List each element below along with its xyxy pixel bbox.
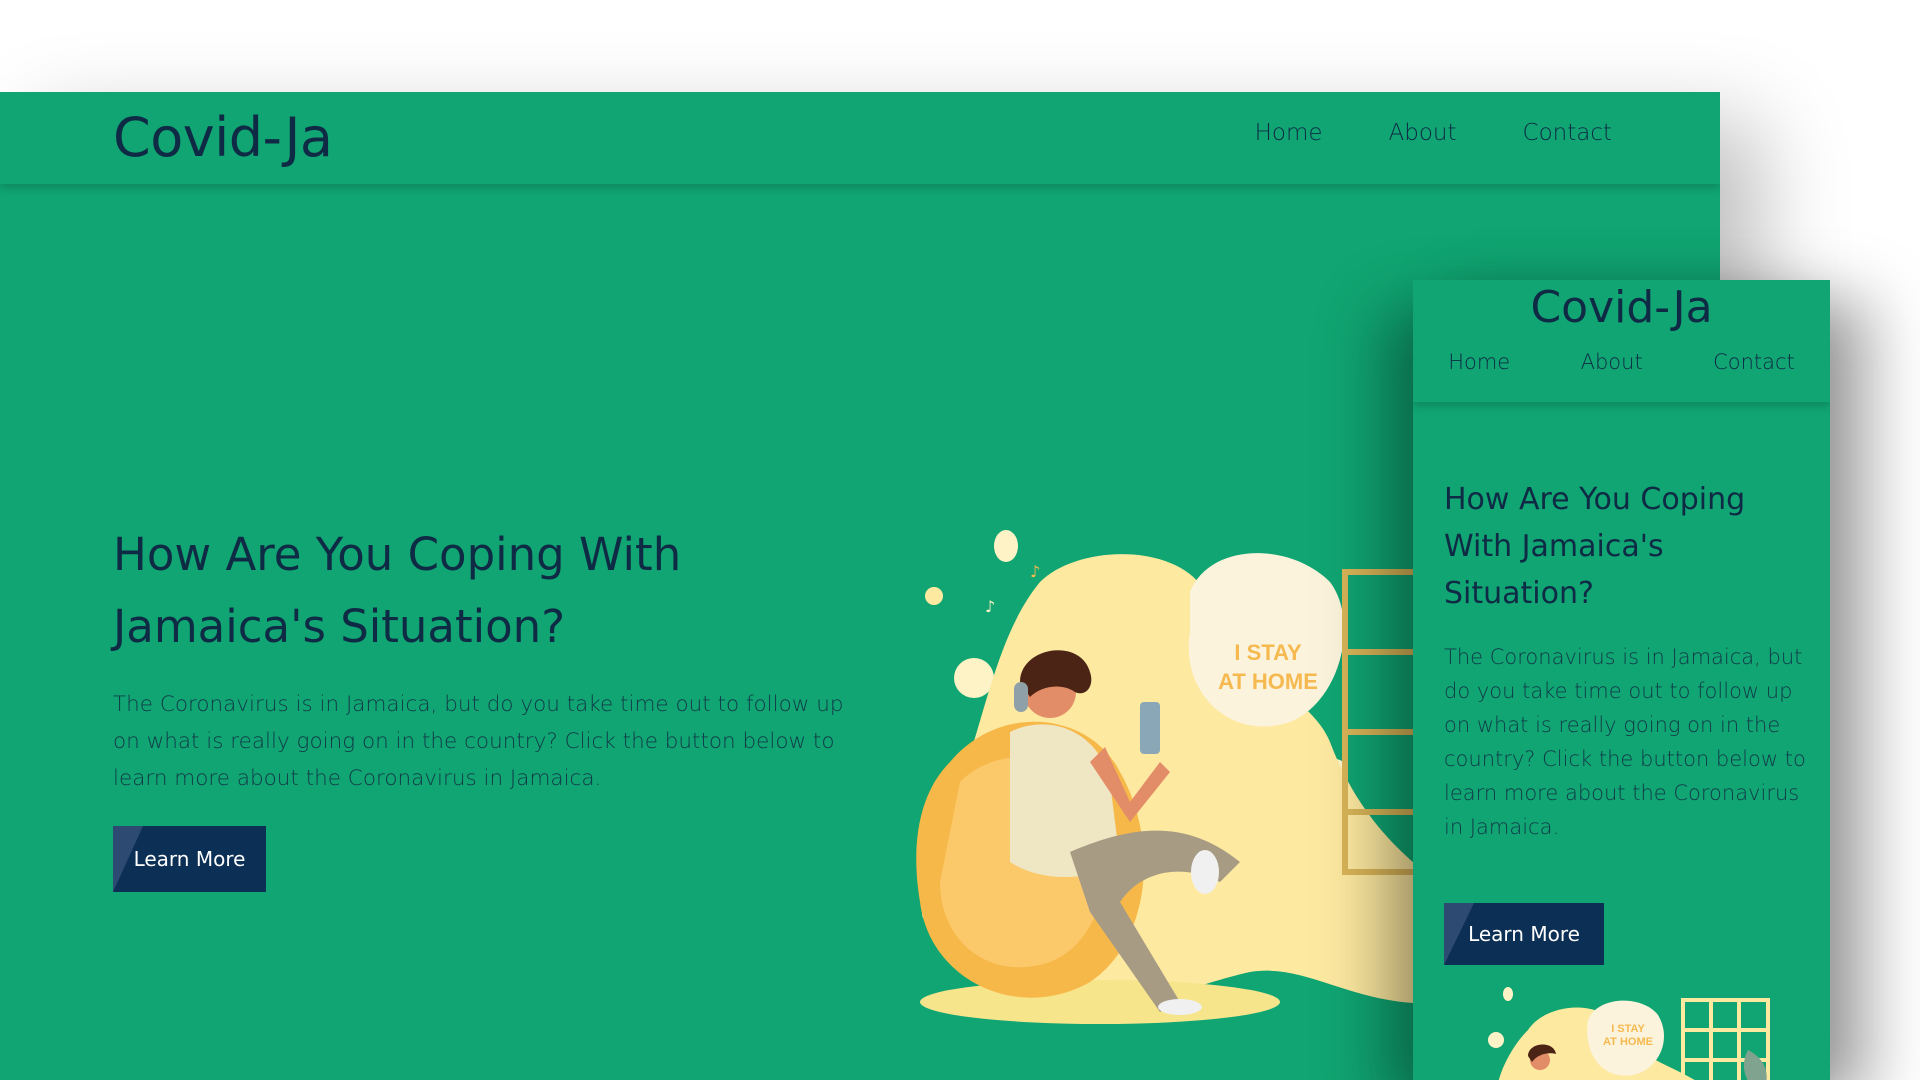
stay-at-home-illustration: I STAY AT HOME ♪ ♪	[916, 530, 1450, 1024]
learn-more-button[interactable]: Learn More	[113, 826, 266, 892]
mobile-nav-links: Home About Contact	[1413, 350, 1830, 374]
illustration-text-line2: AT HOME	[1218, 669, 1318, 694]
mobile-preview: Covid-Ja Home About Contact How Are You …	[1413, 280, 1830, 1080]
illustration-text-line1: I STAY	[1234, 640, 1302, 665]
mobile-nav-link-about[interactable]: About	[1581, 350, 1643, 374]
mobile-nav-link-contact[interactable]: Contact	[1713, 350, 1795, 374]
svg-text:♪: ♪	[1030, 562, 1040, 581]
mobile-hero-heading: How Are You Coping With Jamaica's Situat…	[1444, 482, 1746, 611]
desktop-navbar: Covid-Ja Home About Contact	[0, 92, 1720, 184]
mobile-illustration-text-line1: I STAY	[1611, 1023, 1645, 1035]
hero-heading: How Are You Coping With Jamaica's Situat…	[113, 528, 682, 653]
mobile-illustration-text-line2: AT HOME	[1603, 1036, 1653, 1048]
site-logo[interactable]: Covid-Ja	[113, 106, 333, 169]
nav-link-contact[interactable]: Contact	[1523, 120, 1612, 146]
mobile-hero-paragraph: The Coronavirus is in Jamaica, but do yo…	[1444, 645, 1806, 839]
nav-link-home[interactable]: Home	[1255, 120, 1323, 146]
desktop-nav-links: Home About Contact	[1189, 120, 1612, 146]
svg-text:♪: ♪	[985, 597, 995, 616]
mobile-navbar: Covid-Ja Home About Contact	[1413, 280, 1830, 402]
mobile-stay-at-home-illustration: I STAY AT HOME	[1488, 987, 1770, 1080]
mobile-learn-more-label: Learn More	[1468, 922, 1580, 946]
mobile-site-logo[interactable]: Covid-Ja	[1413, 282, 1830, 333]
hero-paragraph: The Coronavirus is in Jamaica, but do yo…	[113, 692, 844, 791]
mobile-nav-link-home[interactable]: Home	[1448, 350, 1510, 374]
learn-more-label: Learn More	[133, 847, 246, 871]
mobile-learn-more-button[interactable]: Learn More	[1444, 903, 1604, 965]
nav-link-about[interactable]: About	[1389, 120, 1457, 146]
